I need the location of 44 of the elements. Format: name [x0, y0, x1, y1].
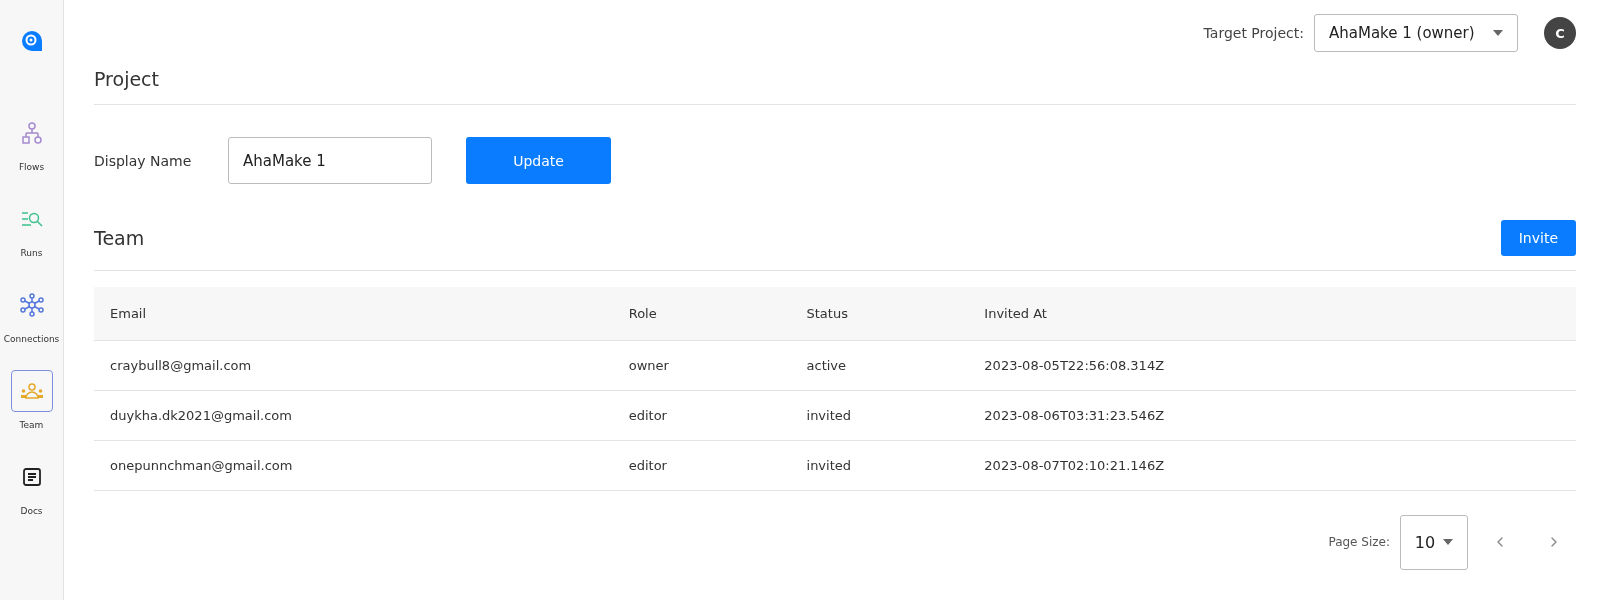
sidebar-label: Team — [19, 420, 44, 430]
network-icon — [19, 293, 44, 317]
display-name-field[interactable]: AhaMake 1 — [228, 137, 432, 184]
sidebar-label: Connections — [3, 334, 60, 344]
table-cell: 2023-08-05T22:56:08.314Z — [968, 340, 1576, 390]
page-size-dropdown[interactable]: 10 — [1400, 514, 1468, 570]
table-cell: craybull8@gmail.com — [94, 340, 613, 390]
sidebar-item[interactable]: Connections — [3, 284, 60, 344]
field-label: Display Name — [94, 152, 193, 169]
column-header: Email — [94, 287, 613, 340]
section-title: Project — [94, 68, 159, 90]
page-size-label: Page Size: — [1328, 535, 1390, 549]
table-cell: duykha.dk2021@gmail.com — [94, 390, 613, 440]
column-header: Status — [790, 287, 969, 340]
table-cell: invited — [790, 390, 969, 440]
list-search-icon — [20, 210, 43, 228]
table-cell: 2023-08-07T02:10:21.146Z — [968, 440, 1576, 490]
sidebar-label: Docs — [20, 506, 43, 516]
section-title: Team — [94, 227, 145, 249]
column-header: Role — [612, 287, 791, 340]
user-avatar[interactable]: C — [1544, 17, 1576, 49]
document-icon — [21, 467, 42, 487]
table-cell: onepunnchman@gmail.com — [94, 440, 613, 490]
table-cell: invited — [790, 440, 969, 490]
table-cell: owner — [612, 340, 791, 390]
project-dropdown[interactable]: AhaMake 1 (owner) — [1314, 14, 1518, 52]
sidebar-item[interactable]: Flows — [10, 112, 53, 172]
sidebar-label: Flows — [18, 162, 45, 172]
sidebar-label: Runs — [20, 248, 43, 258]
caret-icon — [1493, 30, 1503, 36]
sidebar-item[interactable]: Runs — [10, 198, 53, 258]
target-project-label: Target Project: — [1203, 25, 1304, 41]
hierarchy-icon — [21, 122, 42, 144]
update-button[interactable]: Update — [466, 137, 611, 184]
table-cell: active — [790, 340, 969, 390]
table-cell: editor — [612, 390, 791, 440]
table-cell: editor — [612, 440, 791, 490]
column-header: Invited At — [968, 287, 1576, 340]
caret-icon — [1443, 539, 1454, 545]
sidebar-item[interactable]: Docs — [10, 456, 53, 516]
table-cell: 2023-08-06T03:31:23.546Z — [968, 390, 1576, 440]
people-icon — [19, 383, 44, 399]
invite-button[interactable]: Invite — [1500, 220, 1576, 256]
logo-icon — [20, 30, 43, 52]
